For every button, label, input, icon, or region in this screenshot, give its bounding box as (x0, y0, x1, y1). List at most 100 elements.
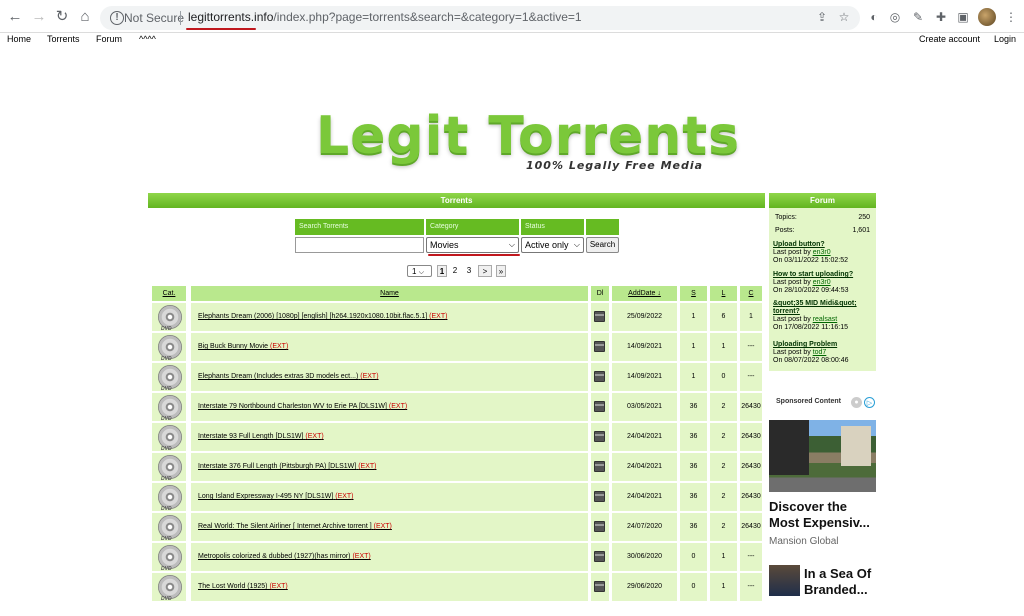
torrent-name-link[interactable]: Interstate 79 Northbound Charleston WV t… (198, 403, 387, 410)
reload-icon[interactable]: ↻ (53, 8, 71, 26)
dvd-disc-icon[interactable]: DVD (158, 545, 182, 571)
col-completed[interactable]: C (740, 286, 762, 301)
forum-post-title[interactable]: Uploading Problem (773, 341, 873, 349)
torrent-name-cell[interactable]: Interstate 376 Full Length (Pittsburgh P… (191, 453, 588, 481)
download-icon[interactable] (594, 581, 605, 592)
download-icon[interactable] (594, 461, 605, 472)
torrent-name-link[interactable]: Long Island Expressway I-495 NY [DLS1W] (198, 493, 333, 500)
col-adddate[interactable]: AddDate ↓ (612, 286, 677, 301)
download-icon[interactable] (594, 371, 605, 382)
download-cell[interactable] (591, 483, 609, 511)
adchoices-icon[interactable]: ▷ (864, 397, 875, 408)
torrent-name-cell[interactable]: Elephants Dream (Includes extras 3D mode… (191, 363, 588, 391)
dvd-disc-icon[interactable]: DVD (158, 515, 182, 541)
col-cat[interactable]: Cat. (152, 286, 186, 301)
col-seeders[interactable]: S (680, 286, 707, 301)
search-input[interactable] (295, 237, 424, 253)
category-cell[interactable]: DVD (152, 363, 186, 391)
extension-icon-2[interactable]: ◎ (887, 9, 903, 25)
puzzle-icon[interactable]: ✚ (933, 9, 949, 25)
download-cell[interactable] (591, 543, 609, 571)
warning-icon[interactable]: ! (110, 11, 124, 25)
page-3[interactable]: 3 (464, 265, 474, 277)
dvd-disc-icon[interactable]: DVD (158, 305, 182, 331)
dvd-disc-icon[interactable]: DVD (158, 365, 182, 391)
forum-post-user[interactable]: en3r0 (813, 279, 831, 286)
category-cell[interactable]: DVD (152, 303, 186, 331)
dvd-disc-icon[interactable]: DVD (158, 335, 182, 361)
page-last[interactable]: » (496, 265, 506, 277)
eyedropper-icon[interactable]: ✎ (910, 9, 926, 25)
download-icon[interactable] (594, 431, 605, 442)
download-cell[interactable] (591, 453, 609, 481)
torrent-name-link[interactable]: Big Buck Bunny Movie (198, 343, 268, 350)
torrent-name-cell[interactable]: Long Island Expressway I-495 NY [DLS1W] … (191, 483, 588, 511)
download-icon[interactable] (594, 341, 605, 352)
forum-post-title[interactable]: &quot;35 MID Midi&quot; torrent? (773, 300, 873, 316)
dvd-disc-icon[interactable]: DVD (158, 575, 182, 601)
col-leechers[interactable]: L (710, 286, 737, 301)
forward-icon[interactable]: → (30, 8, 48, 26)
profile-avatar[interactable] (978, 8, 996, 26)
download-cell[interactable] (591, 393, 609, 421)
category-cell[interactable]: DVD (152, 423, 186, 451)
torrent-name-cell[interactable]: Real World: The Silent Airliner [ Intern… (191, 513, 588, 541)
ad2-image[interactable] (769, 565, 800, 596)
download-cell[interactable] (591, 333, 609, 361)
torrent-name-link[interactable]: Elephants Dream (2006) [1080p] [english]… (198, 313, 427, 320)
back-icon[interactable]: ← (6, 8, 24, 26)
address-bar[interactable]: ! Not Secure legittorrents.info/index.ph… (100, 6, 860, 30)
extension-icon-1[interactable]: ◐ (866, 9, 882, 25)
torrent-name-link[interactable]: Interstate 93 Full Length [DLS1W] (198, 433, 303, 440)
torrent-name-link[interactable]: Interstate 376 Full Length (Pittsburgh P… (198, 463, 356, 470)
site-logo[interactable]: Legit Torrents 100% Legally Free Media (316, 108, 739, 172)
nav-forum[interactable]: Forum (96, 34, 122, 44)
category-cell[interactable]: DVD (152, 573, 186, 601)
nav-more[interactable]: ^^^^ (139, 34, 156, 44)
search-button[interactable]: Search (586, 237, 619, 253)
download-icon[interactable] (594, 521, 605, 532)
page-2[interactable]: 2 (450, 265, 460, 277)
forum-post-user[interactable]: tod7 (813, 349, 827, 356)
torrent-name-link[interactable]: The Lost World (1925) (198, 583, 268, 590)
download-cell[interactable] (591, 423, 609, 451)
forum-post-title[interactable]: Upload button? (773, 241, 873, 249)
torrent-name-link[interactable]: Elephants Dream (Includes extras 3D mode… (198, 373, 358, 380)
menu-icon[interactable]: ⋮ (1003, 9, 1019, 25)
ad-source[interactable]: Mansion Global (769, 536, 838, 547)
url-text[interactable]: legittorrents.info/index.php?page=torren… (188, 10, 582, 24)
nav-home[interactable]: Home (7, 34, 31, 44)
category-cell[interactable]: DVD (152, 393, 186, 421)
category-cell[interactable]: DVD (152, 543, 186, 571)
download-icon[interactable] (594, 311, 605, 322)
forum-post-title[interactable]: How to start uploading? (773, 271, 873, 279)
download-icon[interactable] (594, 491, 605, 502)
download-icon[interactable] (594, 551, 605, 562)
category-cell[interactable]: DVD (152, 483, 186, 511)
download-cell[interactable] (591, 573, 609, 601)
forum-post-user[interactable]: realsast (813, 316, 838, 323)
page-select[interactable]: 1 ⌵ (407, 265, 432, 277)
category-select[interactable]: Movies ⌵ (426, 237, 519, 253)
dvd-disc-icon[interactable]: DVD (158, 455, 182, 481)
home-icon[interactable]: ⌂ (76, 8, 94, 26)
torrent-name-link[interactable]: Metropolis colorized & dubbed (1927)(has… (198, 553, 351, 560)
torrent-name-cell[interactable]: Big Buck Bunny Movie (EXT) (191, 333, 588, 361)
nav-create-account[interactable]: Create account (919, 34, 980, 44)
download-cell[interactable] (591, 303, 609, 331)
download-cell[interactable] (591, 363, 609, 391)
dvd-disc-icon[interactable]: DVD (158, 395, 182, 421)
ad-title[interactable]: Discover the Most Expensiv... (769, 499, 879, 531)
category-cell[interactable]: DVD (152, 453, 186, 481)
dvd-disc-icon[interactable]: DVD (158, 425, 182, 451)
ad-image[interactable] (769, 420, 876, 492)
nav-login[interactable]: Login (994, 34, 1016, 44)
category-cell[interactable]: DVD (152, 333, 186, 361)
share-icon[interactable]: ⇪ (814, 9, 830, 25)
star-icon[interactable]: ☆ (836, 9, 852, 25)
sidepanel-icon[interactable]: ▣ (955, 9, 971, 25)
page-next[interactable]: > (478, 265, 492, 277)
torrent-name-cell[interactable]: Interstate 93 Full Length [DLS1W] (EXT) (191, 423, 588, 451)
torrent-name-cell[interactable]: Interstate 79 Northbound Charleston WV t… (191, 393, 588, 421)
security-label[interactable]: Not Secure (124, 11, 184, 25)
